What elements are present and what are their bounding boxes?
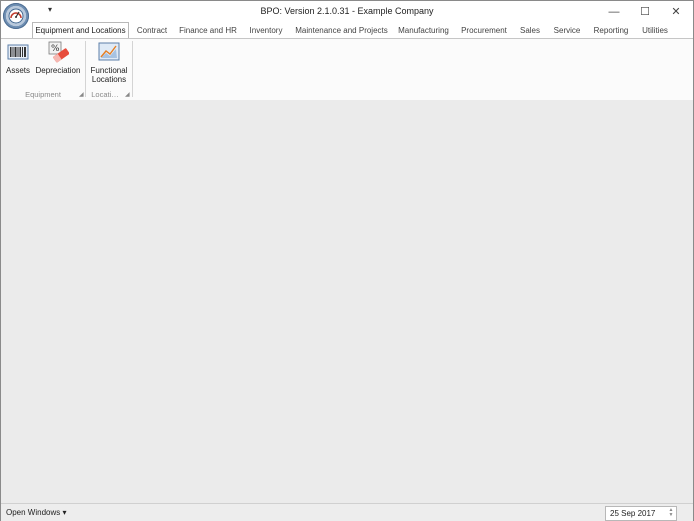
depreciation-button[interactable]: % Depreciation [35,41,81,75]
assets-button[interactable]: Assets [4,41,32,75]
group-label-locations: Locati… [91,90,119,99]
window-title: BPO: Version 2.1.0.31 - Example Company [260,6,434,16]
assets-label: Assets [5,66,30,75]
tab-procurement[interactable]: Procurement [458,23,510,38]
locations-group-launcher-icon[interactable]: ◢ [125,92,131,98]
functional-locations-button[interactable]: Functional Locations [88,41,130,84]
functional-locations-label: Functional Locations [90,66,128,84]
group-separator [132,41,133,97]
maximize-button[interactable]: ☐ [631,3,659,21]
tab-inventory[interactable]: Inventory [244,23,288,38]
tab-finance-and-hr[interactable]: Finance and HR [177,23,239,38]
ribbon-panel: Assets % Depreciation Equipment ◢ Functi… [1,38,693,101]
title-bar: ▾ BPO: Version 2.1.0.31 - Example Compan… [1,1,693,29]
application-window: ▾ BPO: Version 2.1.0.31 - Example Compan… [0,0,694,521]
depreciation-label: Depreciation [35,66,81,75]
tab-reporting[interactable]: Reporting [590,23,632,38]
barcode-icon [7,41,29,63]
tab-service[interactable]: Service [550,23,584,38]
chart-picture-icon [98,41,120,63]
tab-maintenance-and-projects[interactable]: Maintenance and Projects [294,23,389,38]
mdi-workspace [1,100,693,503]
status-bar: Open Windows ▾ 25 Sep 2017 ▲ ▼ [1,503,693,521]
close-button[interactable]: ✕ [662,3,690,21]
tab-sales[interactable]: Sales [515,23,545,38]
group-label-equipment: Equipment [25,90,61,99]
spin-down-icon[interactable]: ▼ [668,513,674,518]
date-value: 25 Sep 2017 [610,509,656,518]
tab-utilities[interactable]: Utilities [638,23,672,38]
app-logo-icon[interactable] [3,3,29,29]
tab-contract[interactable]: Contract [131,23,173,38]
ribbon-tabs: Equipment and Locations Contract Finance… [1,22,693,39]
tab-manufacturing[interactable]: Manufacturing [394,23,453,38]
minimize-button[interactable]: — [600,3,628,21]
group-separator [85,41,86,97]
date-field[interactable]: 25 Sep 2017 ▲ ▼ [605,506,677,521]
depreciation-icon: % [47,41,70,63]
tab-equipment-and-locations[interactable]: Equipment and Locations [32,22,129,39]
open-windows-button[interactable]: Open Windows ▾ [6,508,66,517]
svg-text:%: % [51,44,60,54]
